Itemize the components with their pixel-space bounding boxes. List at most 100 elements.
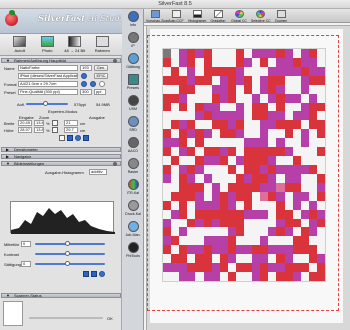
tool-srd[interactable]: SRD — [122, 116, 144, 135]
toolbar-autoccf[interactable]: Auto-CCF — [167, 10, 185, 23]
efic-button[interactable]: EFIC — [94, 73, 108, 79]
tool-aaco[interactable]: AACO — [122, 137, 144, 156]
tool-phototools[interactable]: PhtTools — [122, 242, 144, 261]
format-select[interactable]: A4/21.0cm x 29.7cm — [18, 81, 78, 87]
tool-info[interactable]: Info — [122, 11, 144, 30]
section-frame-header[interactable]: ▼ Rahmen/Auflösung Hauptbild — [1, 58, 121, 63]
tool-srd-label: SRD — [129, 128, 137, 132]
section-densitometer-header[interactable]: ▶ Densitometer — [1, 147, 121, 152]
tool-job-manager[interactable]: Job-Man. — [122, 221, 144, 240]
help-icon[interactable] — [99, 81, 105, 87]
tool-raster[interactable]: Raster — [122, 158, 144, 177]
preview-area[interactable] — [144, 23, 350, 330]
refresh-icon[interactable] — [75, 135, 81, 141]
saturation-slider-knob[interactable] — [65, 261, 70, 266]
section-scanner-header[interactable]: ▼ Scanner-Status — [1, 293, 121, 298]
tool-smoothing[interactable]: Glättung — [122, 53, 144, 72]
height-label: Höhe — [4, 128, 14, 133]
saturation-slider[interactable] — [35, 263, 105, 265]
gear-icon[interactable] — [113, 162, 117, 166]
tool-smoothing-label: Glättung — [126, 65, 140, 69]
reset-icon[interactable] — [67, 135, 73, 141]
selection-frame[interactable] — [147, 35, 339, 311]
tool-it8[interactable]: ITR-Kal — [122, 179, 144, 198]
tool-ip-label: IP — [131, 44, 135, 48]
height-row: Höhe 28.97 13.8 % 29.7 cm — [3, 127, 119, 134]
format-info-icon[interactable] — [81, 81, 87, 87]
preset-select[interactable]: Fine-Qualität (300 ppi) — [18, 89, 78, 95]
print-icon[interactable] — [59, 135, 65, 141]
auto-ccf-icon — [171, 10, 181, 18]
gradation-icon — [213, 10, 223, 18]
section-scanner-title: Scanner-Status — [14, 293, 42, 298]
mode-repair-label: Rahmen — [94, 48, 110, 53]
format-rotate-icon[interactable] — [90, 81, 96, 87]
toolbar-globalcc[interactable]: Global CC — [230, 10, 248, 23]
name-row: Name NativFarbe 193 Gen. — [3, 65, 119, 72]
tool-ip[interactable]: IP — [122, 32, 144, 51]
unit-select[interactable]: ppi — [94, 89, 106, 95]
disclosure-closed-icon: ▶ — [6, 147, 10, 152]
contrast-slider-knob[interactable] — [65, 251, 70, 256]
tool-raster-label: Raster — [127, 170, 139, 174]
toolbar-histogram[interactable]: Histogramm — [188, 10, 206, 23]
toolbar-gradation[interactable]: Gradation — [209, 10, 227, 23]
save-preset-icon[interactable] — [83, 135, 89, 141]
midtones-field[interactable]: 0 — [21, 241, 31, 247]
job-manager-icon — [127, 221, 139, 232]
tool-usm[interactable]: USM — [122, 95, 144, 114]
saturation-label: Sättigung — [4, 262, 21, 267]
gen-button[interactable]: Gen. — [94, 65, 108, 71]
path-info-icon[interactable] — [81, 73, 87, 79]
saturation-field[interactable]: 0 — [21, 261, 31, 267]
disclosure-open-icon: ▼ — [6, 293, 10, 298]
midtones-slider[interactable] — [35, 243, 105, 245]
name-number-field[interactable]: 193 — [80, 65, 92, 71]
width-output-field[interactable]: 21 — [64, 120, 78, 126]
disclosure-open-icon: ▼ — [6, 161, 10, 166]
raster-icon — [127, 158, 139, 169]
mode-photo-label: Photo — [42, 48, 53, 53]
window-title: SilverFast 8.5 — [158, 1, 192, 7]
width-row: Breite 20.49 13.8 % 21 cm — [3, 120, 119, 127]
gear-icon[interactable] — [113, 59, 117, 63]
histogram-mode-select[interactable]: additiv — [89, 169, 107, 175]
zoom-width-field[interactable]: 13.8 — [34, 120, 44, 126]
height-input-field[interactable]: 28.97 — [18, 127, 32, 133]
mode-autoit[interactable]: AutoIt — [9, 36, 31, 53]
midtones-slider-knob[interactable] — [65, 241, 70, 246]
adjust-actions — [3, 271, 119, 278]
toolbar-selectivecc[interactable]: Selective CC — [251, 10, 271, 23]
mode-repair[interactable]: Rahmen — [91, 36, 113, 53]
lock-height-icon[interactable] — [52, 127, 58, 133]
name-field[interactable]: NativFarbe — [18, 65, 78, 71]
dpi-field[interactable]: 300 — [80, 89, 92, 95]
save-adjust-icon[interactable] — [91, 271, 97, 277]
zoom-icon — [276, 10, 286, 18]
height-output-field[interactable]: 29.7 — [64, 127, 78, 133]
path-row: iPfad (dieses/SilverFast Application) EF… — [3, 73, 119, 80]
toolbar-prescan[interactable]: Vorschau-Scan — [146, 10, 169, 23]
path-select[interactable]: iPfad (dieses/SilverFast Application) — [18, 73, 78, 79]
section-navigator-header[interactable]: ▶ Navigator — [1, 154, 121, 159]
phototools-icon — [127, 242, 139, 253]
mode-photo[interactable]: Photo — [36, 36, 58, 53]
mode-hdr[interactable]: 48 → 24 Bit — [64, 36, 86, 53]
auto-adjust-icon[interactable] — [99, 271, 105, 277]
autoit-icon — [13, 36, 27, 47]
zoom-height-field[interactable]: 13.8 — [34, 127, 44, 133]
it8-icon — [127, 179, 139, 190]
output-histogram — [10, 201, 115, 234]
tool-print-cal[interactable]: Druck-Kal — [122, 200, 144, 219]
section-adjust-header[interactable]: ▼ Bildeinstellungen — [1, 161, 121, 166]
width-input-field[interactable]: 20.49 — [18, 120, 32, 126]
tool-presets[interactable]: Presets — [122, 74, 144, 93]
width-unit: cm — [80, 121, 86, 126]
toolbar-zoom[interactable]: Zoomen — [272, 10, 290, 23]
reset-adjust-icon[interactable] — [83, 271, 89, 277]
percent-sign-h: % — [46, 128, 50, 133]
contrast-slider[interactable] — [35, 253, 105, 255]
lock-icon[interactable] — [52, 120, 58, 126]
midtones-label: Mitteltön — [4, 242, 20, 247]
resolution-slider-knob[interactable] — [43, 101, 48, 106]
